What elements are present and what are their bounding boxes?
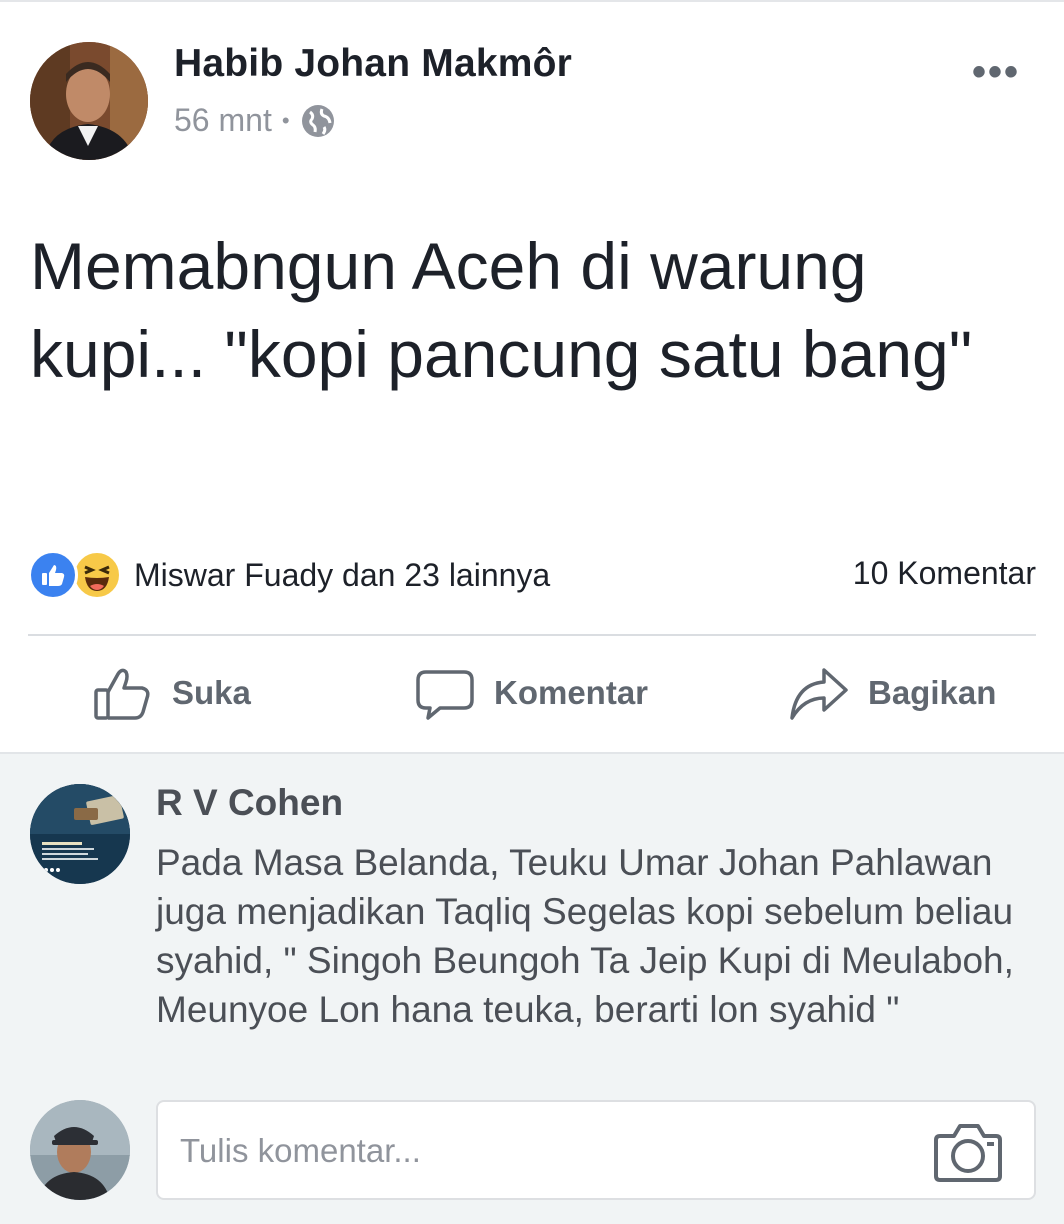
share-button[interactable]: Bagikan	[788, 662, 996, 724]
share-icon	[790, 668, 848, 720]
action-bar: Suka Komentar Bagikan	[0, 654, 1064, 734]
haha-reaction-icon	[72, 550, 122, 600]
post-card: Habib Johan Makmôr 56 mnt • ••• Memabngu…	[0, 0, 1064, 752]
more-options-icon[interactable]: •••	[972, 50, 1020, 95]
current-user-avatar	[30, 1100, 130, 1200]
comment-icon	[416, 670, 474, 720]
camera-icon[interactable]	[932, 1118, 1004, 1184]
post-meta: 56 mnt •	[174, 102, 336, 139]
post-author-name[interactable]: Habib Johan Makmôr	[174, 42, 572, 86]
commenter-avatar[interactable]	[30, 784, 130, 884]
like-label: Suka	[172, 674, 251, 711]
comment-button[interactable]: Komentar	[414, 662, 648, 724]
post-text: Memabngun Aceh di warung kupi... "kopi p…	[30, 229, 973, 391]
share-label: Bagikan	[868, 674, 997, 711]
divider	[28, 634, 1036, 636]
post-timestamp[interactable]: 56 mnt	[174, 102, 272, 139]
commenter-name[interactable]: R V Cohen	[156, 782, 343, 824]
globe-icon	[301, 104, 334, 137]
author-avatar[interactable]	[30, 42, 148, 160]
meta-separator: •	[281, 107, 290, 133]
thumbs-up-icon	[94, 668, 150, 720]
comment-input-placeholder: Tulis komentar...	[180, 1132, 421, 1169]
comment-input[interactable]: Tulis komentar...	[156, 1100, 1036, 1200]
comments-section: R V Cohen Pada Masa Belanda, Teuku Umar …	[0, 752, 1064, 1224]
comment-text: Pada Masa Belanda, Teuku Umar Johan Pahl…	[156, 842, 1014, 1030]
like-button[interactable]: Suka	[92, 662, 251, 724]
reactions-text: Miswar Fuady dan 23 lainnya	[134, 556, 551, 593]
comment-label: Komentar	[494, 674, 649, 711]
like-reaction-icon	[28, 550, 78, 600]
reactions-summary[interactable]: Miswar Fuady dan 23 lainnya	[28, 550, 550, 600]
comment-count[interactable]: 10 Komentar	[853, 555, 1036, 592]
